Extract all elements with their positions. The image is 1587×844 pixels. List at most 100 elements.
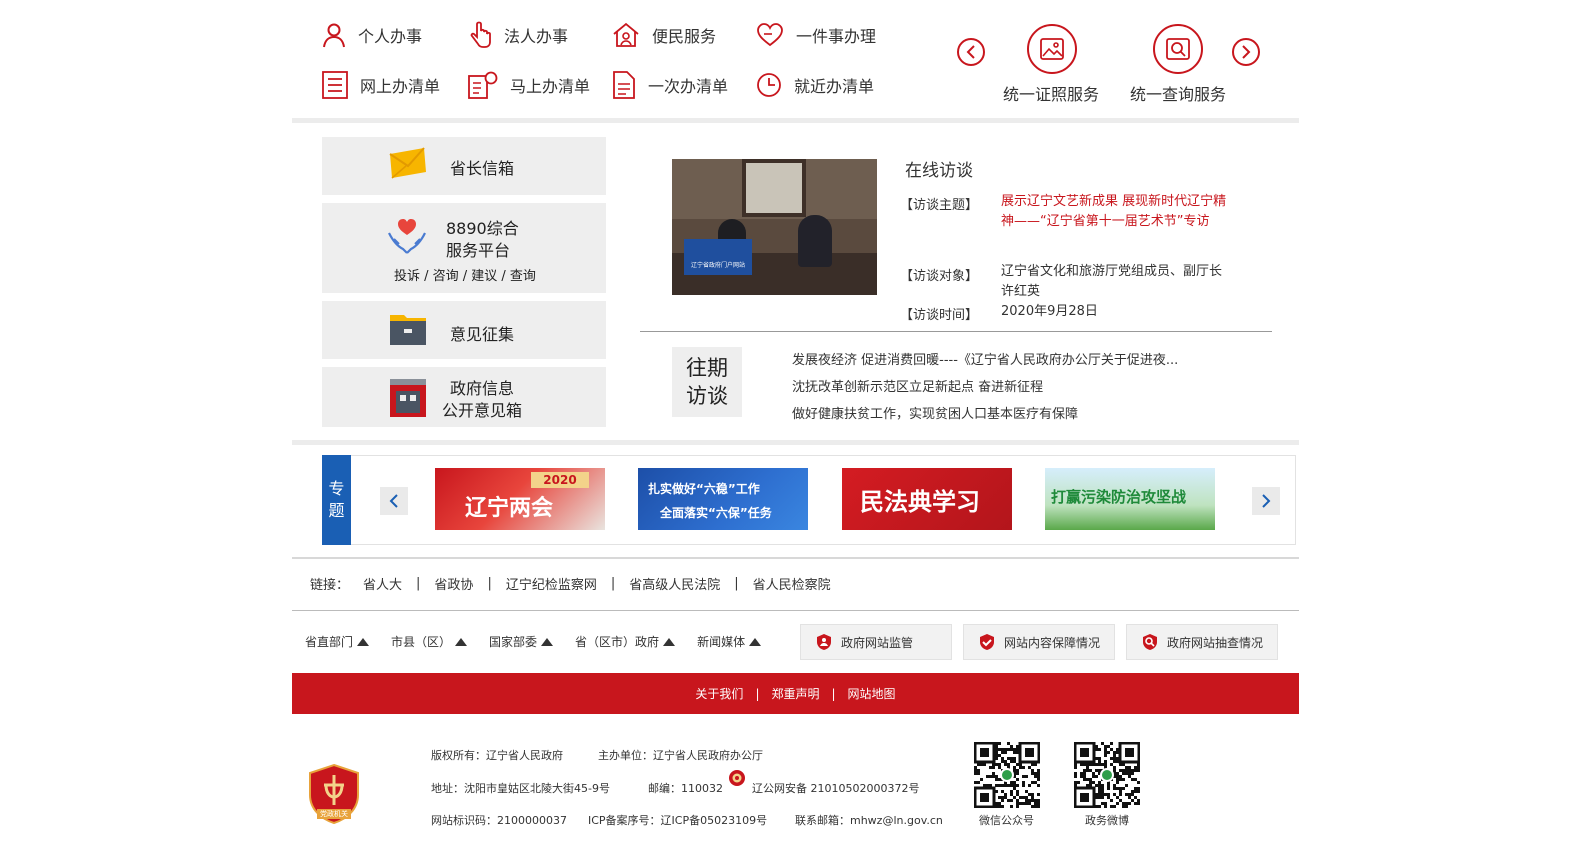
image-icon	[1040, 38, 1064, 60]
service-label: 马上办清单	[510, 77, 591, 96]
monitor-button-supervision[interactable]: 政府网站监管	[800, 624, 952, 660]
dropdown-provincial-depts[interactable]: 省直部门	[305, 633, 370, 650]
service-label: 就近办清单	[794, 77, 875, 96]
shield-search-icon	[1143, 634, 1157, 650]
cert-service-button[interactable]	[1027, 24, 1077, 74]
topics-prev-button[interactable]	[380, 487, 408, 515]
dropdown-label: 省直部门	[305, 635, 354, 649]
opinion-collection-button[interactable]: 意见征集	[322, 301, 606, 359]
dropdown-media[interactable]: 新闻媒体	[697, 633, 762, 650]
wechat-qr-code	[973, 741, 1041, 809]
triangle-up-icon	[455, 637, 468, 646]
next-arrow-button[interactable]	[1232, 38, 1260, 66]
triangle-up-icon	[357, 637, 370, 646]
footer-link-statement[interactable]: 郑重声明	[771, 685, 819, 702]
footer-nav-bar: 关于我们 | 郑重声明 | 网站地图	[292, 673, 1299, 714]
document-icon	[613, 71, 635, 99]
topic-banner-pollution[interactable]: 打赢污染防治攻坚战	[1045, 468, 1215, 530]
past-interview-item[interactable]: 发展夜经济 促进消费回暖----《辽宁省人民政府办公厅关于促进夜...	[792, 349, 1178, 368]
triangle-up-icon	[749, 637, 762, 646]
service-nearby-list[interactable]: 就近办清单	[756, 70, 874, 100]
link-discipline[interactable]: 辽宁纪检监察网	[506, 574, 597, 593]
qr-code-icon	[1073, 741, 1141, 809]
link-court[interactable]: 省高级人民法院	[629, 574, 720, 593]
interview-heading: 在线访谈	[905, 161, 973, 181]
service-online-list[interactable]: 网上办清单	[322, 70, 440, 100]
cert-service-label[interactable]: 统一证照服务	[1003, 81, 1099, 105]
topic-banner-civil-code[interactable]: 民法典学习	[842, 468, 1012, 530]
link-procuratorate[interactable]: 省人民检察院	[753, 574, 831, 593]
dropdown-row: 省直部门 市县（区） 国家部委 省（区市）政府 新闻媒体	[305, 633, 762, 650]
party-gov-badge[interactable]: 党政机关	[307, 763, 361, 825]
links-row: 链接： 省人大 | 省政协 | 辽宁纪检监察网 | 省高级人民法院 | 省人民检…	[310, 574, 831, 593]
prev-arrow-button[interactable]	[957, 38, 985, 66]
triangle-up-icon	[541, 637, 554, 646]
past-interview-item[interactable]: 做好健康扶贫工作，实现贫困人口基本医疗有保障	[792, 403, 1078, 422]
section-divider	[292, 610, 1299, 611]
banner-year: 2020	[531, 472, 589, 488]
gov-info-label-2: 公开意见箱	[442, 401, 523, 420]
building-icon	[390, 379, 426, 417]
topic-banner-lianghui[interactable]: 2020 辽宁两会	[435, 468, 605, 530]
link-cppcc[interactable]: 省政协	[434, 574, 473, 593]
wechat-qr-label: 微信公众号	[979, 814, 1034, 827]
chevron-right-icon	[1242, 45, 1251, 59]
gov-info-mailbox-button[interactable]: 政府信息 公开意见箱	[322, 367, 606, 427]
service-label: 一件事办理	[796, 27, 877, 46]
weibo-qr-label: 政务微博	[1085, 814, 1129, 827]
footer-icp[interactable]: ICP备案序号：辽ICP备05023109号	[588, 812, 767, 828]
service-convenience[interactable]: 便民服务	[612, 20, 716, 50]
dropdown-provinces[interactable]: 省（区市）政府	[575, 633, 676, 650]
qr-code-icon	[973, 741, 1041, 809]
banner-title: 民法典学习	[860, 488, 980, 516]
interview-divider	[640, 331, 1272, 332]
dropdown-cities[interactable]: 市县（区）	[391, 633, 468, 650]
opinion-collection-label: 意见征集	[450, 325, 515, 344]
query-service-button[interactable]	[1153, 24, 1203, 74]
service-label: 网上办清单	[360, 77, 441, 96]
footer-email[interactable]: 联系邮箱：mhwz@ln.gov.cn	[795, 812, 943, 828]
past-label-1: 往期	[686, 356, 728, 380]
section-divider	[292, 440, 1299, 445]
interview-guest-value: 辽宁省文化和旅游厅党组成员、副厅长许红英	[1001, 264, 1223, 299]
link-npc[interactable]: 省人大	[363, 574, 402, 593]
hotline-8890-button[interactable]: 8890综合 服务平台 投诉 / 咨询 / 建议 / 查询	[322, 203, 606, 293]
service-personal[interactable]: 个人办事	[322, 20, 422, 50]
chevron-right-icon	[1262, 494, 1271, 508]
service-label: 法人办事	[504, 27, 569, 46]
footer-site-code: 网站标识码：2100000037	[431, 814, 567, 827]
section-divider	[292, 118, 1299, 123]
topics-next-button[interactable]	[1252, 487, 1280, 515]
photo-sign: 辽宁省政府门户网站	[684, 239, 752, 275]
service-label: 个人办事	[358, 27, 423, 46]
footer-police-record[interactable]: 辽公网安备 21010502000372号	[752, 780, 919, 796]
section-divider	[292, 557, 1299, 559]
service-immediate-list[interactable]: 马上办清单	[468, 70, 590, 100]
topic-banner-liuwen[interactable]: 扎实做好“六稳”工作 全面落实“六保”任务	[638, 468, 808, 530]
chevron-left-icon	[966, 45, 975, 59]
past-interview-item[interactable]: 沈抚改革创新示范区立足新起点 奋进新征程	[792, 376, 1043, 395]
past-interviews-button[interactable]: 往期 访谈	[672, 347, 742, 417]
dropdown-label: 国家部委	[489, 635, 538, 649]
service-legal[interactable]: 法人办事	[468, 20, 568, 50]
service-once-list[interactable]: 一次办清单	[612, 70, 728, 100]
monitor-button-content[interactable]: 网站内容保障情况	[963, 624, 1115, 660]
footer-link-about[interactable]: 关于我们	[695, 685, 743, 702]
heart-hand-icon	[757, 23, 783, 47]
service-label: 一次办清单	[648, 77, 729, 96]
interview-topic-value[interactable]: 展示辽宁文艺新成果 展现新时代辽宁精神——“辽宁省第十一届艺术节”专访	[1001, 192, 1231, 232]
interview-time-label: 【访谈时间】	[900, 308, 979, 323]
interview-photo[interactable]: 辽宁省政府门户网站	[672, 159, 877, 295]
service-one-thing[interactable]: 一件事办理	[756, 20, 876, 50]
clock-doc-icon	[468, 71, 498, 99]
monitor-button-inspection[interactable]: 政府网站抽查情况	[1126, 624, 1278, 660]
query-service-label[interactable]: 统一查询服务	[1130, 81, 1226, 105]
governor-mailbox-button[interactable]: 省长信箱	[322, 137, 606, 195]
dropdown-ministries[interactable]: 国家部委	[489, 633, 554, 650]
footer-link-sitemap[interactable]: 网站地图	[848, 685, 896, 702]
dropdown-label: 市县（区）	[391, 635, 452, 649]
police-emblem-icon	[729, 770, 745, 786]
hand-icon	[470, 21, 491, 48]
person-figure	[798, 215, 832, 267]
hotline-subtitle: 投诉 / 咨询 / 建议 / 查询	[394, 269, 536, 284]
